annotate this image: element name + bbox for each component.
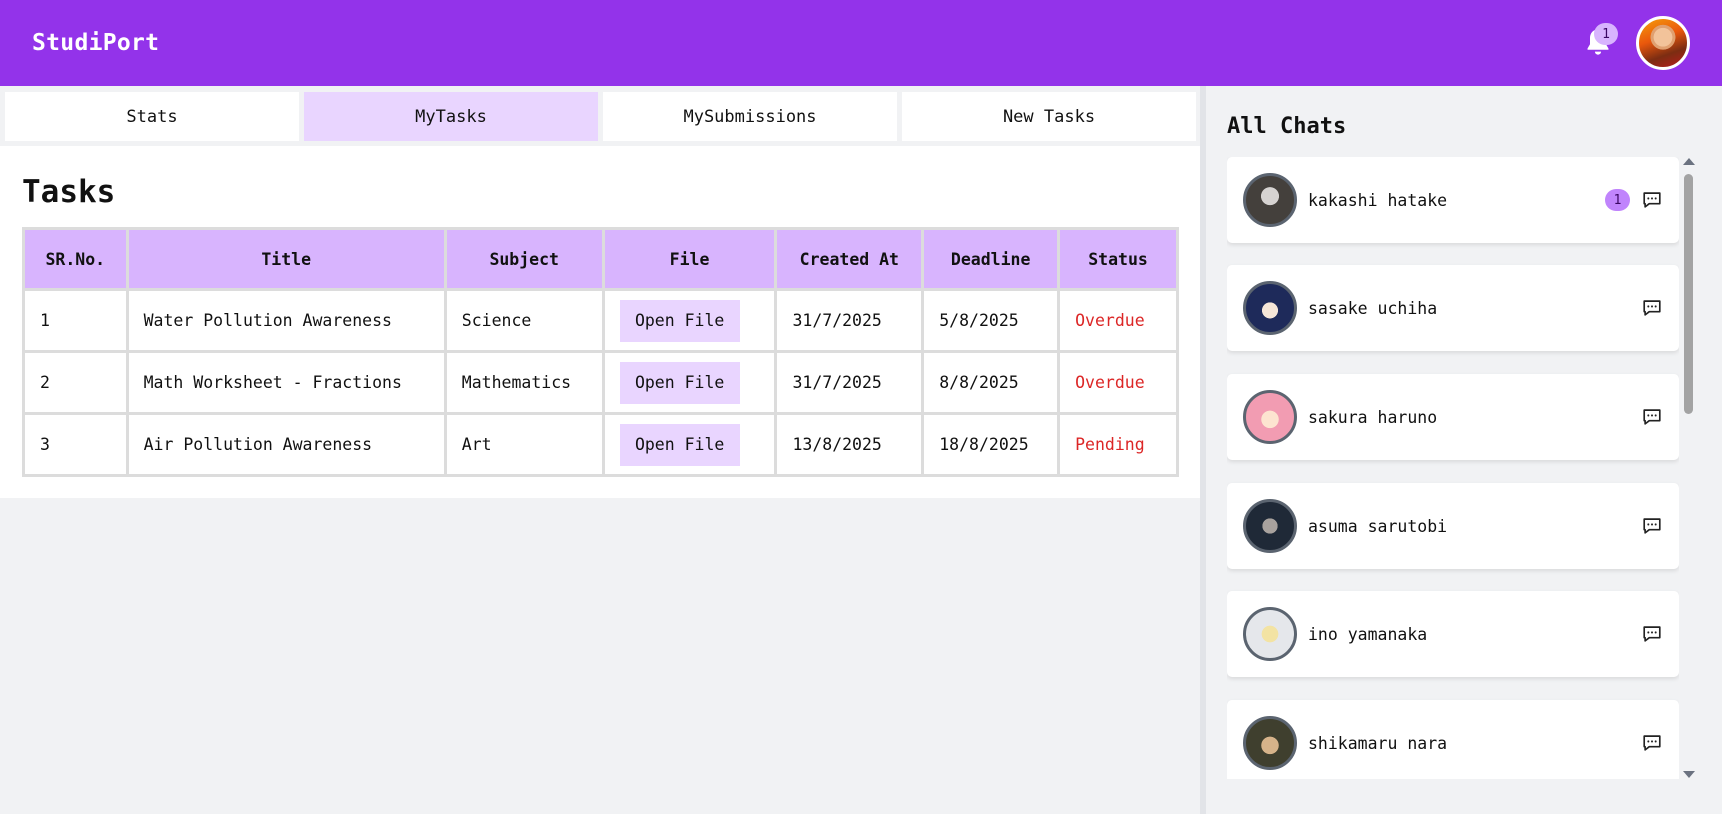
- chat-item-sasake-uchiha[interactable]: sasake uchiha: [1227, 265, 1679, 351]
- cell-file: Open File: [601, 412, 778, 477]
- chat-bubble-icon[interactable]: [1641, 189, 1663, 211]
- status-label: Pending: [1057, 412, 1179, 477]
- cell-deadline: 18/8/2025: [921, 412, 1061, 477]
- column-header-deadline[interactable]: Deadline: [921, 227, 1061, 291]
- chat-item-ino-yamanaka[interactable]: ino yamanaka: [1227, 591, 1679, 677]
- chat-bubble-icon[interactable]: [1641, 732, 1663, 754]
- chat-bubble-icon[interactable]: [1641, 406, 1663, 428]
- chat-list-scrollbar[interactable]: [1681, 157, 1695, 779]
- cell-title: Air Pollution Awareness: [125, 412, 447, 477]
- chats-title: All Chats: [1227, 114, 1347, 139]
- scrollbar-thumb[interactable]: [1684, 174, 1693, 414]
- cell-created-at: 31/7/2025: [774, 350, 925, 415]
- cell-title: Math Worksheet - Fractions: [125, 350, 447, 415]
- cell-subject: Art: [443, 412, 605, 477]
- avatar: [1243, 173, 1297, 227]
- chat-bubble-icon[interactable]: [1641, 515, 1663, 537]
- chat-name: kakashi hatake: [1308, 190, 1448, 210]
- scroll-down-arrow-icon[interactable]: [1683, 771, 1695, 778]
- chats-panel: All Chats kakashi hatake 1 sasake uchiha…: [1206, 86, 1722, 814]
- cell-title: Water Pollution Awareness: [125, 288, 447, 353]
- status-label: Overdue: [1057, 350, 1179, 415]
- column-header-sr-no[interactable]: SR.No.: [22, 227, 129, 291]
- column-header-status[interactable]: Status: [1057, 227, 1179, 291]
- status-label: Overdue: [1057, 288, 1179, 353]
- avatar: [1243, 607, 1297, 661]
- tab-mytasks[interactable]: MyTasks: [304, 92, 598, 141]
- cell-sr-no: 2: [22, 350, 129, 415]
- open-file-button[interactable]: Open File: [619, 361, 740, 404]
- column-header-subject[interactable]: Subject: [443, 227, 605, 291]
- chat-item-sakura-haruno[interactable]: sakura haruno: [1227, 374, 1679, 460]
- tab-stats[interactable]: Stats: [5, 92, 299, 141]
- chat-bubble-icon[interactable]: [1641, 623, 1663, 645]
- brand-logo[interactable]: StudiPort: [32, 30, 159, 56]
- cell-file: Open File: [601, 350, 778, 415]
- open-file-button[interactable]: Open File: [619, 299, 740, 342]
- tab-new-tasks[interactable]: New Tasks: [902, 92, 1196, 141]
- cell-file: Open File: [601, 288, 778, 353]
- table-row: 3 Air Pollution Awareness Art Open File …: [22, 412, 1179, 477]
- chat-name: sakura haruno: [1308, 407, 1438, 427]
- cell-subject: Mathematics: [443, 350, 605, 415]
- tab-mysubmissions[interactable]: MySubmissions: [603, 92, 897, 141]
- table-row: 2 Math Worksheet - Fractions Mathematics…: [22, 350, 1179, 415]
- chat-name: asuma sarutobi: [1308, 516, 1448, 536]
- column-header-file[interactable]: File: [601, 227, 778, 291]
- table-header-row: SR.No. Title Subject File Created At Dea…: [22, 227, 1179, 291]
- chat-item-shikamaru-nara[interactable]: shikamaru nara: [1227, 700, 1679, 779]
- cell-deadline: 8/8/2025: [921, 350, 1061, 415]
- avatar: [1243, 390, 1297, 444]
- chat-bubble-icon[interactable]: [1641, 297, 1663, 319]
- chat-item-asuma-sarutobi[interactable]: asuma sarutobi: [1227, 483, 1679, 569]
- dashboard-tabs: Stats MyTasks MySubmissions New Tasks: [5, 92, 1196, 141]
- unread-count-badge: 1: [1605, 189, 1630, 211]
- chat-item-kakashi-hatake[interactable]: kakashi hatake 1: [1227, 157, 1679, 243]
- cell-sr-no: 1: [22, 288, 129, 353]
- column-header-created-at[interactable]: Created At: [774, 227, 925, 291]
- table-row: 1 Water Pollution Awareness Science Open…: [22, 288, 1179, 353]
- cell-sr-no: 3: [22, 412, 129, 477]
- chat-list[interactable]: kakashi hatake 1 sasake uchiha sakura ha…: [1227, 157, 1679, 779]
- chat-name: ino yamanaka: [1308, 624, 1428, 644]
- column-header-title[interactable]: Title: [125, 227, 447, 291]
- cell-created-at: 31/7/2025: [774, 288, 925, 353]
- cell-subject: Science: [443, 288, 605, 353]
- main-panel: Stats MyTasks MySubmissions New Tasks Ta…: [0, 86, 1200, 814]
- cell-deadline: 5/8/2025: [921, 288, 1061, 353]
- page-title: Tasks: [22, 174, 116, 210]
- cell-created-at: 13/8/2025: [774, 412, 925, 477]
- avatar: [1243, 716, 1297, 770]
- notifications-button[interactable]: 1: [1578, 23, 1618, 63]
- avatar: [1243, 499, 1297, 553]
- user-avatar[interactable]: [1636, 16, 1690, 70]
- notification-count-badge: 1: [1594, 23, 1618, 45]
- tasks-table: SR.No. Title Subject File Created At Dea…: [22, 227, 1179, 477]
- top-navbar: StudiPort 1: [0, 0, 1722, 86]
- chat-name: shikamaru nara: [1308, 733, 1448, 753]
- open-file-button[interactable]: Open File: [619, 423, 740, 466]
- tasks-card: Tasks SR.No. Title Subject File Created …: [0, 146, 1200, 498]
- scroll-up-arrow-icon[interactable]: [1683, 158, 1695, 165]
- header-actions: 1: [1578, 16, 1690, 70]
- avatar: [1243, 281, 1297, 335]
- chat-name: sasake uchiha: [1308, 298, 1438, 318]
